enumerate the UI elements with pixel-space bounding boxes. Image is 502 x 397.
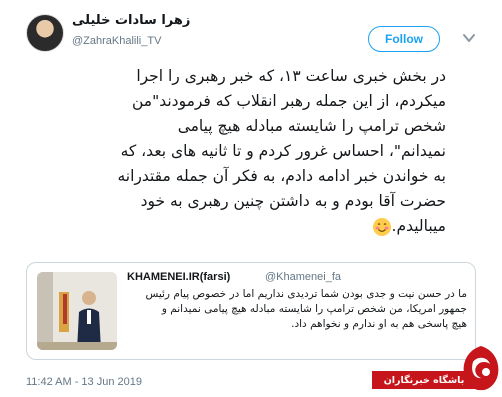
- chevron-down-icon[interactable]: [461, 30, 477, 46]
- tweet-text: در بخش خبری ساعت ۱۳، که خبر رهبری را اجر…: [36, 64, 446, 239]
- quoted-author-name[interactable]: KHAMENEI.IR(farsi): [127, 271, 230, 283]
- quoted-tweet-photo[interactable]: [37, 272, 117, 350]
- quoted-tweet-text: ما در حسن نیت و جدی بودن شما تردیدی ندار…: [145, 288, 467, 330]
- author-handle[interactable]: @ZahraKhalili_TV: [72, 35, 161, 47]
- follow-button[interactable]: Follow: [368, 26, 440, 52]
- blushing-emoji-icon: [372, 217, 391, 236]
- news-agency-logo-icon: [463, 346, 499, 391]
- author-avatar[interactable]: [26, 14, 64, 52]
- watermark: باشگاه خبرنگاران: [372, 340, 502, 397]
- tweet-text-body: در بخش خبری ساعت ۱۳، که خبر رهبری را اجر…: [117, 67, 446, 235]
- author-name[interactable]: زهرا سادات خلیلی: [72, 13, 222, 28]
- quoted-author-handle[interactable]: @Khamenei_fa: [265, 271, 341, 283]
- tweet-timestamp[interactable]: 11:42 AM - 13 Jun 2019: [26, 376, 142, 388]
